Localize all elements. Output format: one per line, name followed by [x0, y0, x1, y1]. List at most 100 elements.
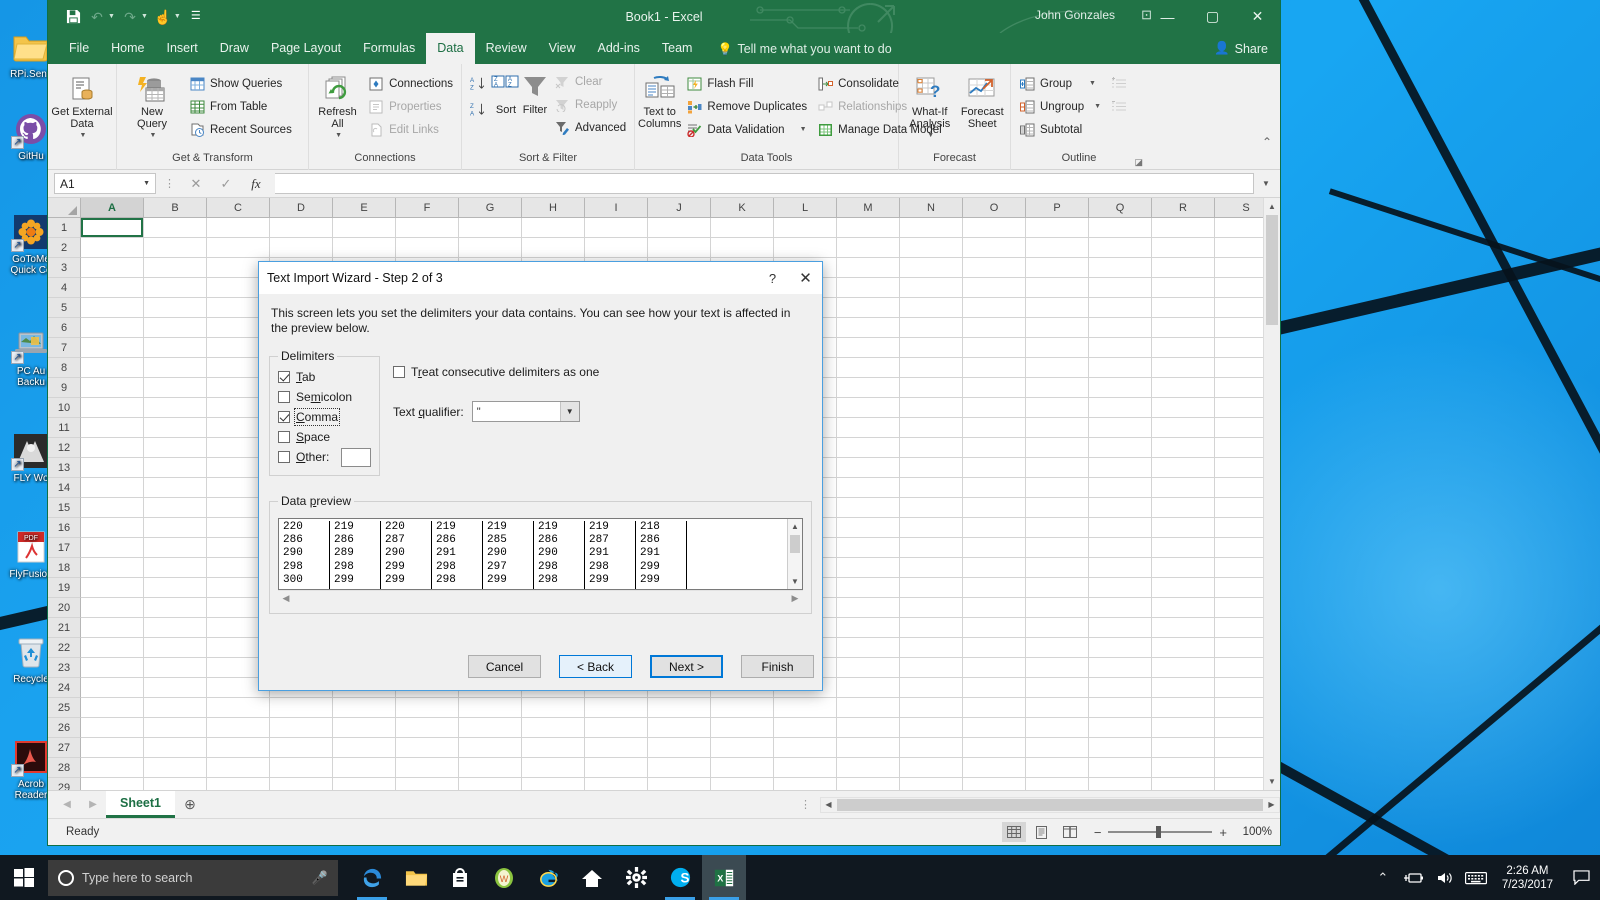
grid-cell[interactable] [774, 238, 837, 258]
grid-cell[interactable] [1026, 238, 1089, 258]
ribbon-tab-home[interactable]: Home [100, 33, 155, 64]
grid-cell[interactable] [1089, 378, 1152, 398]
grid-cell[interactable] [585, 758, 648, 778]
grid-cell[interactable] [1089, 738, 1152, 758]
grid-cell[interactable] [1152, 678, 1215, 698]
chevron-down-icon[interactable]: ▼ [560, 402, 579, 421]
grid-cell[interactable] [333, 758, 396, 778]
user-account-name[interactable]: John Gonzales [1035, 8, 1115, 22]
row-header[interactable]: 9 [48, 378, 81, 398]
grid-cell[interactable] [837, 298, 900, 318]
grid-cell[interactable] [207, 238, 270, 258]
keyboard-icon[interactable] [1461, 855, 1491, 900]
row-header[interactable]: 12 [48, 438, 81, 458]
row-header[interactable]: 6 [48, 318, 81, 338]
grid-cell[interactable] [144, 718, 207, 738]
grid-cell[interactable] [1089, 278, 1152, 298]
grid-cell[interactable] [963, 478, 1026, 498]
filter-button[interactable]: Filter [521, 68, 549, 116]
grid-cell[interactable] [837, 418, 900, 438]
grid-cell[interactable] [837, 538, 900, 558]
clock[interactable]: 2:26 AM 7/23/2017 [1492, 864, 1563, 892]
delimiter-tab-checkbox[interactable] [278, 371, 290, 383]
grid-cell[interactable] [900, 358, 963, 378]
grid-cell[interactable] [207, 218, 270, 238]
taskbar-skype[interactable]: S [658, 855, 702, 900]
grid-cell[interactable] [81, 778, 144, 790]
grid-cell[interactable] [1152, 458, 1215, 478]
grid-cell[interactable] [1089, 538, 1152, 558]
grid-cell[interactable] [585, 238, 648, 258]
taskbar-file-explorer[interactable] [394, 855, 438, 900]
grid-cell[interactable] [585, 778, 648, 790]
row-header[interactable]: 15 [48, 498, 81, 518]
grid-cell[interactable] [1089, 238, 1152, 258]
row-header[interactable]: 10 [48, 398, 81, 418]
row-header[interactable]: 23 [48, 658, 81, 678]
grid-cell[interactable] [1089, 578, 1152, 598]
grid-cell[interactable] [1152, 658, 1215, 678]
chevron-down-icon[interactable]: ▼ [1094, 103, 1101, 110]
scroll-up-icon[interactable]: ▲ [1264, 198, 1280, 215]
grid-cell[interactable] [1026, 738, 1089, 758]
grid-cell[interactable] [144, 258, 207, 278]
grid-cell[interactable] [81, 618, 144, 638]
chevron-down-icon[interactable]: ▼ [150, 130, 157, 142]
grid-cell[interactable] [711, 758, 774, 778]
treat-consecutive-row[interactable]: Treat consecutive delimiters as one [393, 362, 599, 382]
new-sheet-button[interactable]: ⊕ [175, 796, 205, 813]
grid-cell[interactable] [963, 238, 1026, 258]
grid-cell[interactable] [963, 658, 1026, 678]
grid-cell[interactable] [81, 478, 144, 498]
row-header[interactable]: 4 [48, 278, 81, 298]
delimiter-space-checkbox[interactable] [278, 431, 290, 443]
grid-cell[interactable] [81, 458, 144, 478]
grid-cell[interactable] [1215, 418, 1263, 438]
grid-cell[interactable] [774, 718, 837, 738]
grid-cell[interactable] [900, 618, 963, 638]
grid-cell[interactable] [1215, 318, 1263, 338]
minimize-button[interactable]: — [1145, 0, 1190, 33]
touch-mode-icon[interactable]: ☝ [152, 6, 174, 28]
grid-cell[interactable] [1089, 298, 1152, 318]
row-header[interactable]: 11 [48, 418, 81, 438]
grid-cell[interactable] [81, 598, 144, 618]
grid-cell[interactable] [900, 298, 963, 318]
grid-cell[interactable] [1215, 738, 1263, 758]
grid-cell[interactable] [1026, 518, 1089, 538]
grid-cell[interactable] [144, 278, 207, 298]
column-header[interactable]: N [900, 198, 963, 217]
grid-cell[interactable] [1089, 458, 1152, 478]
grid-cell[interactable] [900, 598, 963, 618]
new-query-button[interactable]: New Query ▼ [120, 70, 184, 142]
column-header[interactable]: M [837, 198, 900, 217]
grid-cell[interactable] [81, 418, 144, 438]
grid-cell[interactable] [144, 398, 207, 418]
grid-cell[interactable] [837, 758, 900, 778]
grid-cell[interactable] [837, 218, 900, 238]
grid-cell[interactable] [144, 678, 207, 698]
grid-cell[interactable] [1089, 638, 1152, 658]
grid-cell[interactable] [648, 778, 711, 790]
row-header[interactable]: 19 [48, 578, 81, 598]
grid-cell[interactable] [1026, 478, 1089, 498]
grid-cell[interactable] [81, 218, 144, 238]
grid-cell[interactable] [963, 498, 1026, 518]
text-qualifier-select[interactable]: " ▼ [472, 401, 580, 422]
enter-icon[interactable]: ✓ [213, 173, 239, 194]
grid-cell[interactable] [81, 638, 144, 658]
subtotal-button[interactable]: Subtotal [1014, 118, 1106, 141]
grid-cell[interactable] [1152, 298, 1215, 318]
grid-cell[interactable] [837, 658, 900, 678]
grid-cell[interactable] [1026, 438, 1089, 458]
ribbon-tab-insert[interactable]: Insert [156, 33, 209, 64]
grid-cell[interactable] [1152, 378, 1215, 398]
data-validation-button[interactable]: Data Validation ▼ [681, 118, 812, 141]
ribbon-tab-draw[interactable]: Draw [209, 33, 260, 64]
grid-cell[interactable] [1152, 618, 1215, 638]
grid-cell[interactable] [1215, 598, 1263, 618]
grid-cell[interactable] [144, 318, 207, 338]
grid-cell[interactable] [1089, 478, 1152, 498]
refresh-all-button[interactable]: Refresh All ▼ [312, 70, 363, 142]
grid-cell[interactable] [837, 618, 900, 638]
